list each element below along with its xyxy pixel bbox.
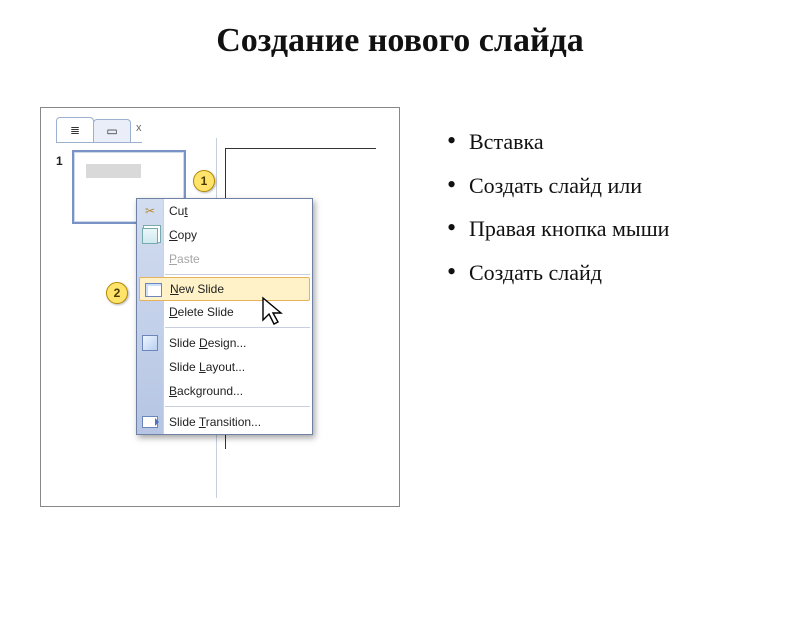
- design-icon: [141, 334, 159, 352]
- new-slide-icon: [144, 281, 162, 299]
- menu-item-cut[interactable]: Cut: [137, 199, 312, 223]
- menu-item-slide-transition[interactable]: Slide Transition...: [137, 410, 312, 434]
- bullet-list: Вставка Создать слайд или Правая кнопка …: [445, 127, 669, 302]
- list-item: Создать слайд или: [445, 171, 669, 201]
- slide-title: Создание нового слайда: [0, 22, 800, 60]
- menu-separator: [165, 274, 310, 275]
- menu-item-slide-design[interactable]: Slide Design...: [137, 331, 312, 355]
- list-item: Вставка: [445, 127, 669, 157]
- scissors-icon: [141, 202, 159, 220]
- tab-slides[interactable]: ▭: [93, 119, 131, 142]
- cursor-icon: [261, 296, 289, 328]
- menu-item-copy[interactable]: Copy: [137, 223, 312, 247]
- content-area: ≣ ▭ x 1 1 2 Cut Copy: [40, 107, 669, 507]
- thumbnail-placeholder: [86, 164, 141, 178]
- tab-outline[interactable]: ≣: [56, 117, 94, 142]
- panel-tabs: ≣ ▭ x: [56, 116, 142, 143]
- menu-item-paste: Paste: [137, 247, 312, 271]
- app-screenshot: ≣ ▭ x 1 1 2 Cut Copy: [40, 107, 400, 507]
- list-item: Создать слайд: [445, 258, 669, 288]
- close-icon[interactable]: x: [136, 122, 142, 136]
- callout-badge-2: 2: [106, 282, 128, 304]
- list-item: Правая кнопка мыши: [445, 214, 669, 244]
- copy-icon: [141, 226, 159, 244]
- menu-separator: [165, 406, 310, 407]
- transition-icon: [141, 413, 159, 431]
- slide-number: 1: [56, 154, 66, 168]
- menu-item-slide-layout[interactable]: Slide Layout...: [137, 355, 312, 379]
- callout-badge-1: 1: [193, 170, 215, 192]
- menu-item-background[interactable]: Background...: [137, 379, 312, 403]
